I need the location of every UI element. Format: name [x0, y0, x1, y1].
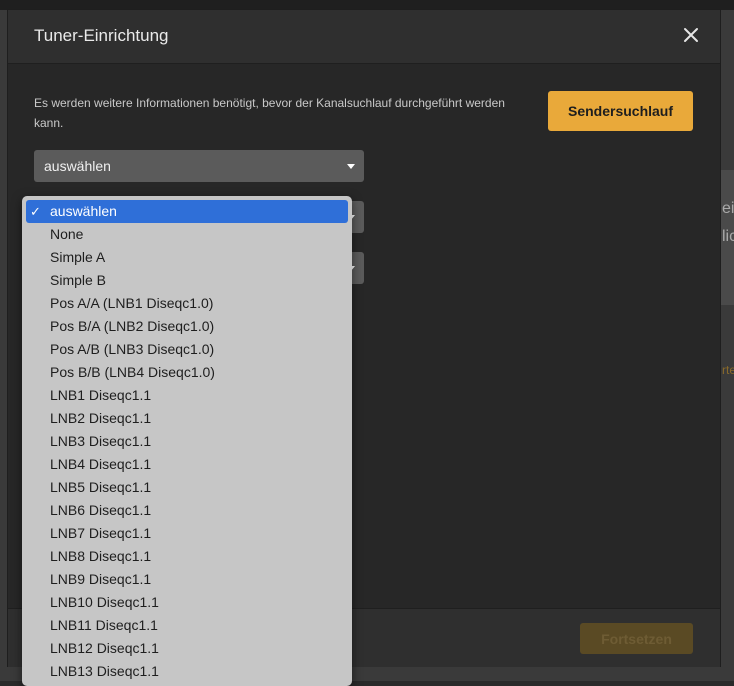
checkmark-icon: ✓: [30, 204, 41, 219]
dropdown-option[interactable]: Pos B/B (LNB4 Diseqc1.0): [26, 361, 348, 384]
option-label: Simple A: [50, 249, 106, 265]
dropdown-option[interactable]: Simple A: [26, 246, 348, 269]
option-label: LNB6 Diseqc1.1: [50, 502, 152, 518]
option-label: LNB1 Diseqc1.1: [50, 387, 152, 403]
option-label: LNB12 Diseqc1.1: [50, 640, 159, 656]
option-label: LNB3 Diseqc1.1: [50, 433, 152, 449]
option-label: Pos B/A (LNB2 Diseqc1.0): [50, 318, 215, 334]
option-label: None: [50, 226, 84, 242]
option-label: Pos A/B (LNB3 Diseqc1.0): [50, 341, 215, 357]
close-icon[interactable]: [680, 24, 702, 46]
caret-down-icon: [347, 164, 355, 169]
option-label: LNB4 Diseqc1.1: [50, 456, 152, 472]
dropdown-option[interactable]: LNB12 Diseqc1.1: [26, 637, 348, 660]
background-link: rte: [722, 363, 734, 377]
dropdown-option[interactable]: LNB2 Diseqc1.1: [26, 407, 348, 430]
dropdown-option[interactable]: LNB4 Diseqc1.1: [26, 453, 348, 476]
option-label: Simple B: [50, 272, 107, 288]
dropdown-option[interactable]: None: [26, 223, 348, 246]
option-label: LNB5 Diseqc1.1: [50, 479, 152, 495]
channel-scan-button[interactable]: Sendersuchlauf: [548, 91, 693, 131]
dropdown-option[interactable]: Pos B/A (LNB2 Diseqc1.0): [26, 315, 348, 338]
option-label: LNB7 Diseqc1.1: [50, 525, 152, 541]
option-label: LNB9 Diseqc1.1: [50, 571, 152, 587]
background-top-bar: [0, 0, 734, 10]
dropdown-option[interactable]: LNB6 Diseqc1.1: [26, 499, 348, 522]
continue-button[interactable]: Fortsetzen: [580, 623, 693, 654]
option-label: LNB10 Diseqc1.1: [50, 594, 159, 610]
dropdown-option[interactable]: LNB1 Diseqc1.1: [26, 384, 348, 407]
background-text-1: ei: [722, 200, 734, 217]
dropdown-option[interactable]: Pos A/B (LNB3 Diseqc1.0): [26, 338, 348, 361]
option-label: Pos B/B (LNB4 Diseqc1.0): [50, 364, 215, 380]
dropdown-option[interactable]: LNB5 Diseqc1.1: [26, 476, 348, 499]
option-label: LNB2 Diseqc1.1: [50, 410, 152, 426]
dialog-header: Tuner-Einrichtung: [8, 10, 720, 64]
option-label: LNB8 Diseqc1.1: [50, 548, 152, 564]
dropdown-option[interactable]: Pos A/A (LNB1 Diseqc1.0): [26, 292, 348, 315]
dropdown-option[interactable]: LNB11 Diseqc1.1: [26, 614, 348, 637]
dropdown-option[interactable]: ✓ auswählen: [26, 200, 348, 223]
select-value: auswählen: [44, 158, 111, 174]
dropdown-option[interactable]: LNB3 Diseqc1.1: [26, 430, 348, 453]
background-text-2: lic: [722, 228, 734, 245]
dropdown-option[interactable]: LNB8 Diseqc1.1: [26, 545, 348, 568]
dialog-title: Tuner-Einrichtung: [34, 26, 169, 45]
dropdown-option[interactable]: LNB13 Diseqc1.1: [26, 660, 348, 683]
dropdown-option[interactable]: LNB9 Diseqc1.1: [26, 568, 348, 591]
dropdown-option[interactable]: Simple B: [26, 269, 348, 292]
dropdown-option[interactable]: LNB7 Diseqc1.1: [26, 522, 348, 545]
option-label: Pos A/A (LNB1 Diseqc1.0): [50, 295, 214, 311]
option-label: LNB11 Diseqc1.1: [50, 617, 158, 633]
option-label: LNB13 Diseqc1.1: [50, 663, 159, 679]
info-message: Es werden weitere Informationen benötigt…: [34, 96, 505, 130]
dropdown-option[interactable]: LNB10 Diseqc1.1: [26, 591, 348, 614]
option-label: auswählen: [50, 203, 117, 219]
dropdown-options-list: ✓ auswählen None Simple A Simple B Pos A…: [22, 196, 352, 686]
tuner-select-1[interactable]: auswählen: [34, 150, 364, 182]
